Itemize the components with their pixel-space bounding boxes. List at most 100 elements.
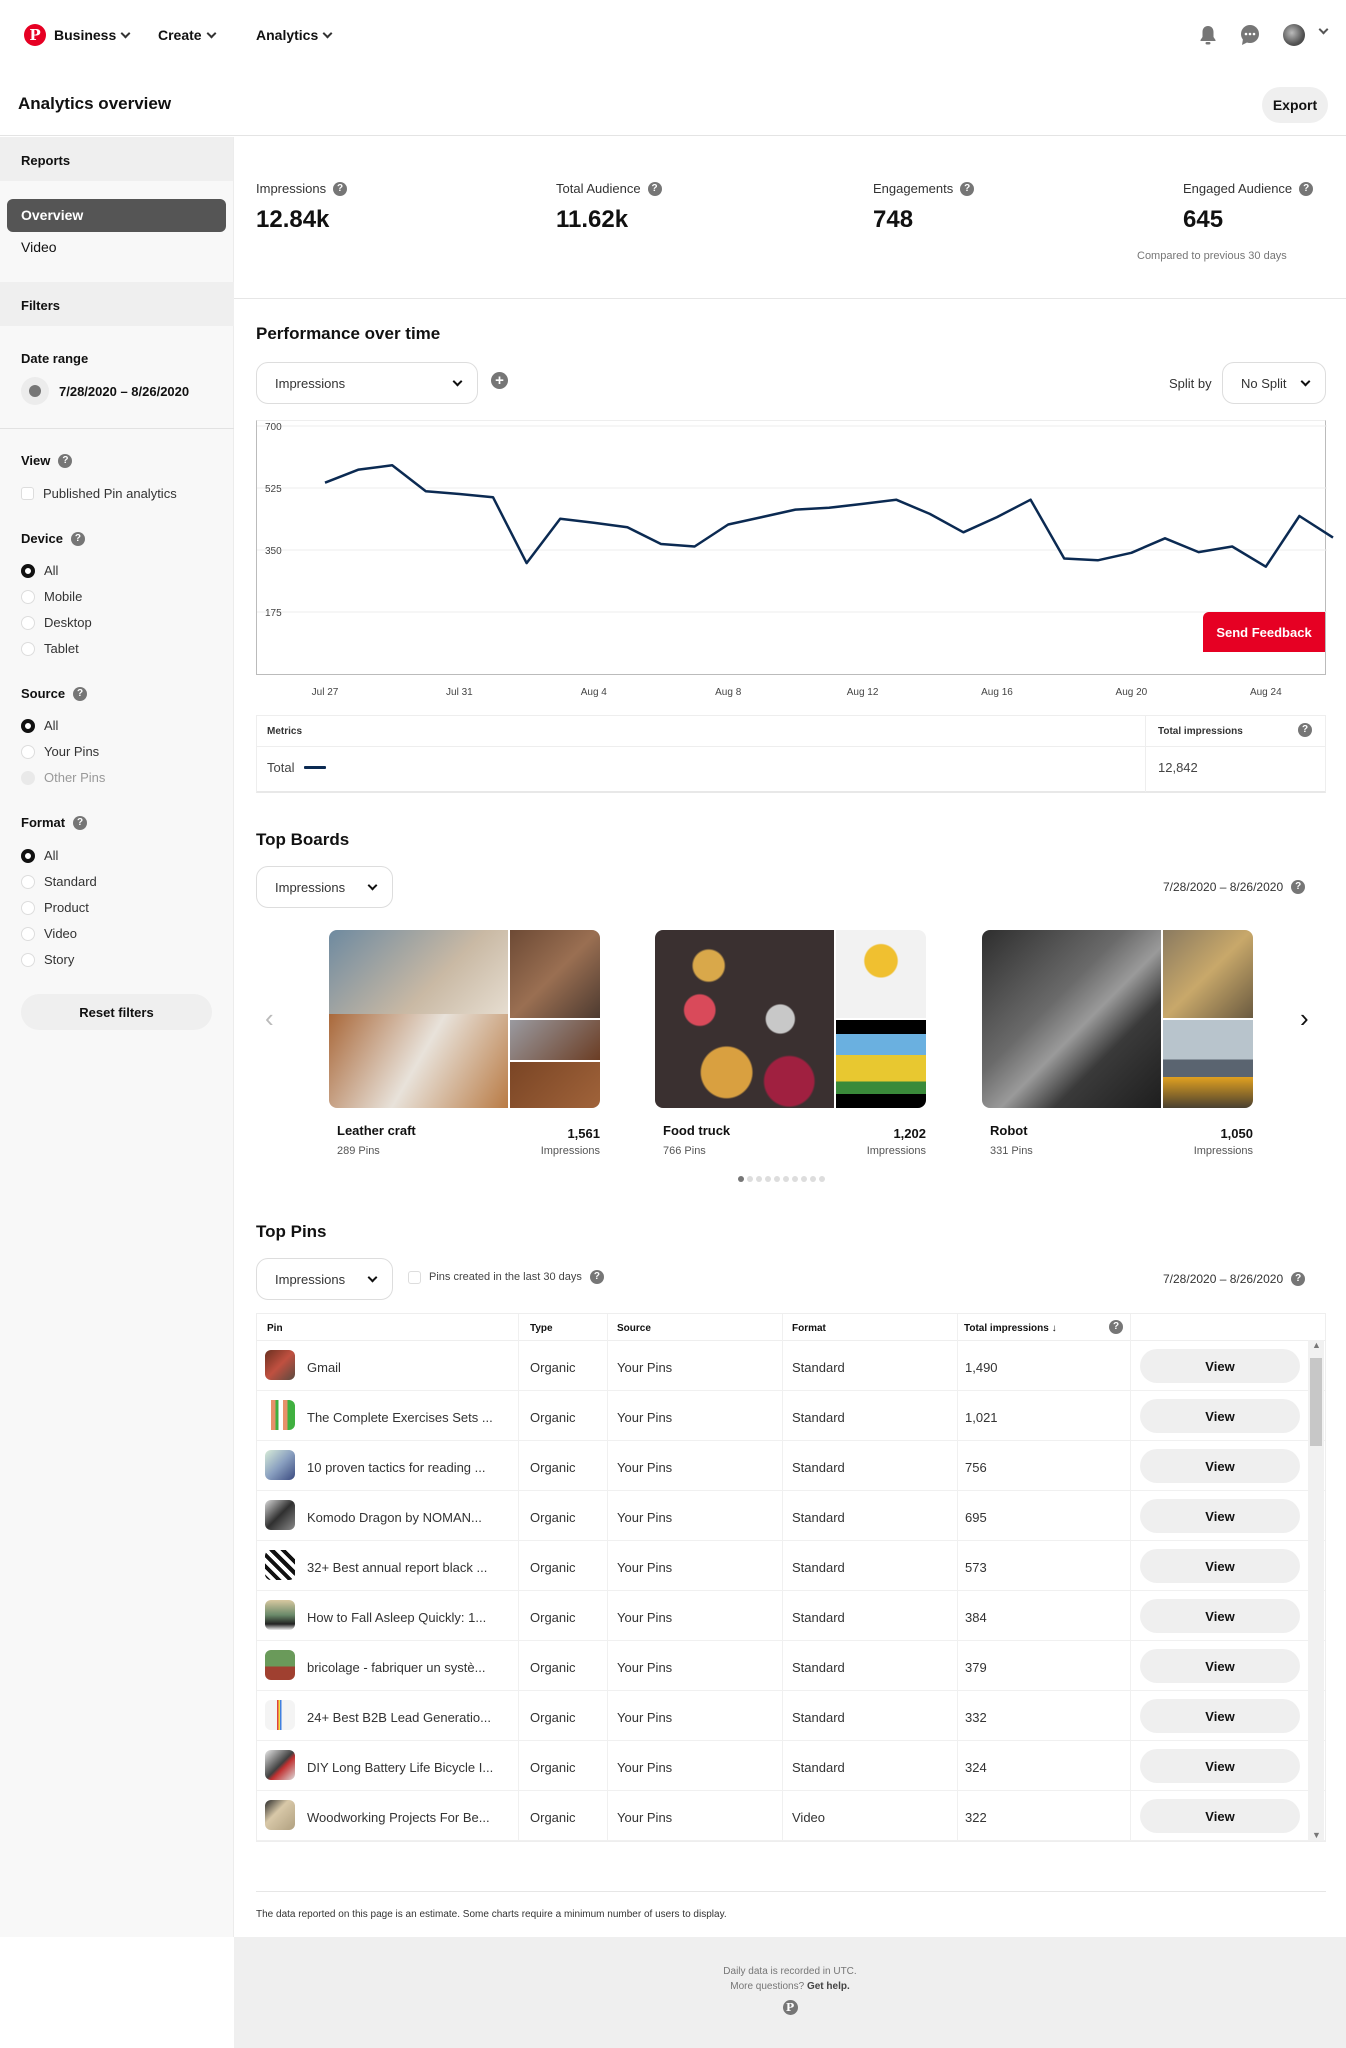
board-card[interactable]: Leather craft 289 Pins 1,561 Impressions: [329, 930, 600, 1157]
pin-thumbnail[interactable]: [265, 1400, 295, 1430]
view-button[interactable]: View: [1140, 1449, 1300, 1483]
add-metric-icon[interactable]: +: [491, 372, 508, 389]
pin-title[interactable]: DIY Long Battery Life Bicycle I...: [307, 1760, 493, 1775]
published-pin-analytics-checkbox[interactable]: Published Pin analytics: [21, 486, 177, 501]
sidebar-item-overview[interactable]: Overview: [7, 199, 226, 232]
pin-title[interactable]: Gmail: [307, 1360, 341, 1375]
scroll-down-icon[interactable]: ▼: [1312, 1830, 1321, 1840]
view-button[interactable]: View: [1140, 1349, 1300, 1383]
help-icon[interactable]: ?: [70, 531, 85, 546]
reset-filters-button[interactable]: Reset filters: [21, 994, 212, 1030]
radio-selected[interactable]: [21, 848, 35, 863]
pin-thumbnail[interactable]: [265, 1500, 295, 1530]
view-button[interactable]: View: [1140, 1749, 1300, 1783]
view-button[interactable]: View: [1140, 1699, 1300, 1733]
pins-metric-select[interactable]: Impressions: [256, 1258, 393, 1300]
radio-selected[interactable]: [21, 718, 35, 733]
pagination-dot[interactable]: [747, 1176, 753, 1182]
pagination-dot[interactable]: [765, 1176, 771, 1182]
help-icon[interactable]: ?: [589, 1270, 604, 1284]
pin-thumbnail[interactable]: [265, 1800, 295, 1830]
view-button[interactable]: View: [1140, 1799, 1300, 1833]
format-option-all[interactable]: All: [21, 848, 58, 863]
format-option-product[interactable]: Product: [21, 900, 89, 915]
pagination-dot[interactable]: [783, 1176, 789, 1182]
bell-icon[interactable]: [1197, 24, 1219, 46]
format-option-video[interactable]: Video: [21, 926, 77, 941]
pin-thumbnail[interactable]: [265, 1450, 295, 1480]
radio[interactable]: [21, 874, 35, 889]
pin-thumbnail[interactable]: [265, 1600, 295, 1630]
format-option-story[interactable]: Story: [21, 952, 74, 967]
export-button[interactable]: Export: [1262, 87, 1328, 123]
pin-title[interactable]: 24+ Best B2B Lead Generatio...: [307, 1710, 491, 1725]
pin-title[interactable]: bricolage - fabriquer un systè...: [307, 1660, 485, 1675]
pin-thumbnail[interactable]: [265, 1700, 295, 1730]
help-icon[interactable]: ?: [1291, 1272, 1306, 1286]
checkbox[interactable]: [408, 1270, 421, 1284]
help-icon[interactable]: ?: [73, 815, 88, 830]
metric-select[interactable]: Impressions: [256, 362, 478, 404]
help-icon[interactable]: ?: [1109, 1320, 1123, 1334]
table-scrollbar[interactable]: ▲ ▼: [1308, 1340, 1324, 1840]
date-range-picker[interactable]: 7/28/2020 – 8/26/2020: [21, 377, 189, 405]
nav-create[interactable]: Create: [158, 27, 217, 43]
device-option-all[interactable]: All: [21, 563, 58, 578]
pin-title[interactable]: 32+ Best annual report black ...: [307, 1560, 487, 1575]
pin-title[interactable]: 10 proven tactics for reading ...: [307, 1460, 485, 1475]
checkbox[interactable]: [21, 487, 34, 500]
pinterest-logo-icon[interactable]: P: [24, 24, 46, 46]
radio[interactable]: [21, 926, 35, 941]
pagination-dot[interactable]: [738, 1176, 744, 1182]
help-icon[interactable]: ?: [960, 181, 975, 196]
column-header-format[interactable]: Format: [792, 1323, 826, 1334]
pin-thumbnail[interactable]: [265, 1750, 295, 1780]
scrollbar-thumb[interactable]: [1310, 1358, 1322, 1446]
nav-business[interactable]: Business: [54, 27, 131, 43]
avatar[interactable]: [1283, 24, 1305, 46]
help-icon[interactable]: ?: [1291, 880, 1306, 894]
radio[interactable]: [21, 744, 35, 759]
source-option-your-pins[interactable]: Your Pins: [21, 744, 99, 759]
pin-thumbnail[interactable]: [265, 1550, 295, 1580]
radio[interactable]: [21, 615, 35, 630]
sidebar-item-video[interactable]: Video: [7, 231, 226, 264]
column-header-total-impressions[interactable]: Total impressions ↓: [964, 1323, 1057, 1334]
send-feedback-button[interactable]: Send Feedback: [1203, 612, 1325, 652]
view-button[interactable]: View: [1140, 1599, 1300, 1633]
carousel-next-icon[interactable]: ›: [1300, 1003, 1309, 1034]
carousel-prev-icon[interactable]: ‹: [265, 1003, 274, 1034]
source-option-all[interactable]: All: [21, 718, 58, 733]
help-icon[interactable]: ?: [1299, 181, 1314, 196]
pin-thumbnail[interactable]: [265, 1350, 295, 1380]
radio-selected[interactable]: [21, 563, 35, 578]
pagination-dot[interactable]: [792, 1176, 798, 1182]
messages-icon[interactable]: [1239, 24, 1261, 46]
board-card[interactable]: Food truck 766 Pins 1,202 Impressions: [655, 930, 926, 1157]
format-option-standard[interactable]: Standard: [21, 874, 97, 889]
pagination-dot[interactable]: [756, 1176, 762, 1182]
split-by-select[interactable]: No Split: [1222, 362, 1326, 404]
view-button[interactable]: View: [1140, 1399, 1300, 1433]
help-icon[interactable]: ?: [73, 686, 88, 701]
view-button[interactable]: View: [1140, 1649, 1300, 1683]
radio[interactable]: [21, 952, 35, 967]
pin-title[interactable]: Komodo Dragon by NOMAN...: [307, 1510, 482, 1525]
device-option-tablet[interactable]: Tablet: [21, 641, 79, 656]
pin-title[interactable]: How to Fall Asleep Quickly: 1...: [307, 1610, 486, 1625]
help-icon[interactable]: ?: [647, 181, 662, 196]
pagination-dot[interactable]: [774, 1176, 780, 1182]
pagination-dot[interactable]: [810, 1176, 816, 1182]
board-card[interactable]: Robot 331 Pins 1,050 Impressions: [982, 930, 1253, 1157]
pagination-dot[interactable]: [819, 1176, 825, 1182]
view-button[interactable]: View: [1140, 1499, 1300, 1533]
get-help-link[interactable]: Get help.: [807, 1981, 850, 1992]
nav-analytics[interactable]: Analytics: [256, 27, 333, 43]
boards-metric-select[interactable]: Impressions: [256, 866, 393, 908]
pin-title[interactable]: The Complete Exercises Sets ...: [307, 1410, 493, 1425]
pin-title[interactable]: Woodworking Projects For Be...: [307, 1810, 490, 1825]
help-icon[interactable]: ?: [1298, 723, 1312, 737]
pagination-dot[interactable]: [801, 1176, 807, 1182]
device-option-mobile[interactable]: Mobile: [21, 589, 82, 604]
device-option-desktop[interactable]: Desktop: [21, 615, 92, 630]
